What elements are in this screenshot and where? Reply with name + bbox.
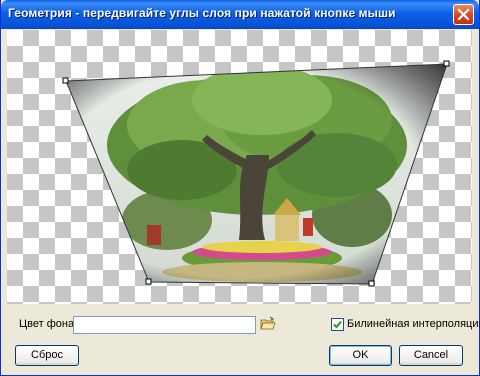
background-color-label: Цвет фона (19, 318, 75, 330)
corner-handle-top-left[interactable] (62, 77, 69, 84)
window-title: Геометрия - передвигайте углы слоя при н… (8, 6, 396, 20)
corner-handle-bottom-left[interactable] (145, 278, 152, 285)
title-bar[interactable]: Геометрия - передвигайте углы слоя при н… (1, 0, 479, 29)
close-icon (457, 8, 470, 21)
close-button[interactable] (453, 4, 474, 25)
geometry-dialog: Геометрия - передвигайте углы слоя при н… (0, 0, 480, 376)
tree-photo (66, 64, 447, 284)
background-color-field[interactable] (73, 316, 256, 334)
folder-open-icon[interactable] (260, 316, 276, 332)
cancel-button[interactable]: Cancel (399, 345, 463, 366)
layer-preview-canvas[interactable] (7, 30, 472, 304)
bilinear-interpolation-label: Билинейная интерполяция (347, 318, 480, 330)
checkmark-icon (333, 320, 342, 329)
reset-button[interactable]: Сброс (15, 345, 79, 366)
corner-handle-bottom-right[interactable] (368, 280, 375, 287)
corner-handle-top-right[interactable] (443, 60, 450, 67)
warped-layer (62, 60, 450, 287)
bilinear-interpolation-checkbox[interactable] (331, 318, 344, 331)
ok-button[interactable]: OK (329, 345, 392, 366)
